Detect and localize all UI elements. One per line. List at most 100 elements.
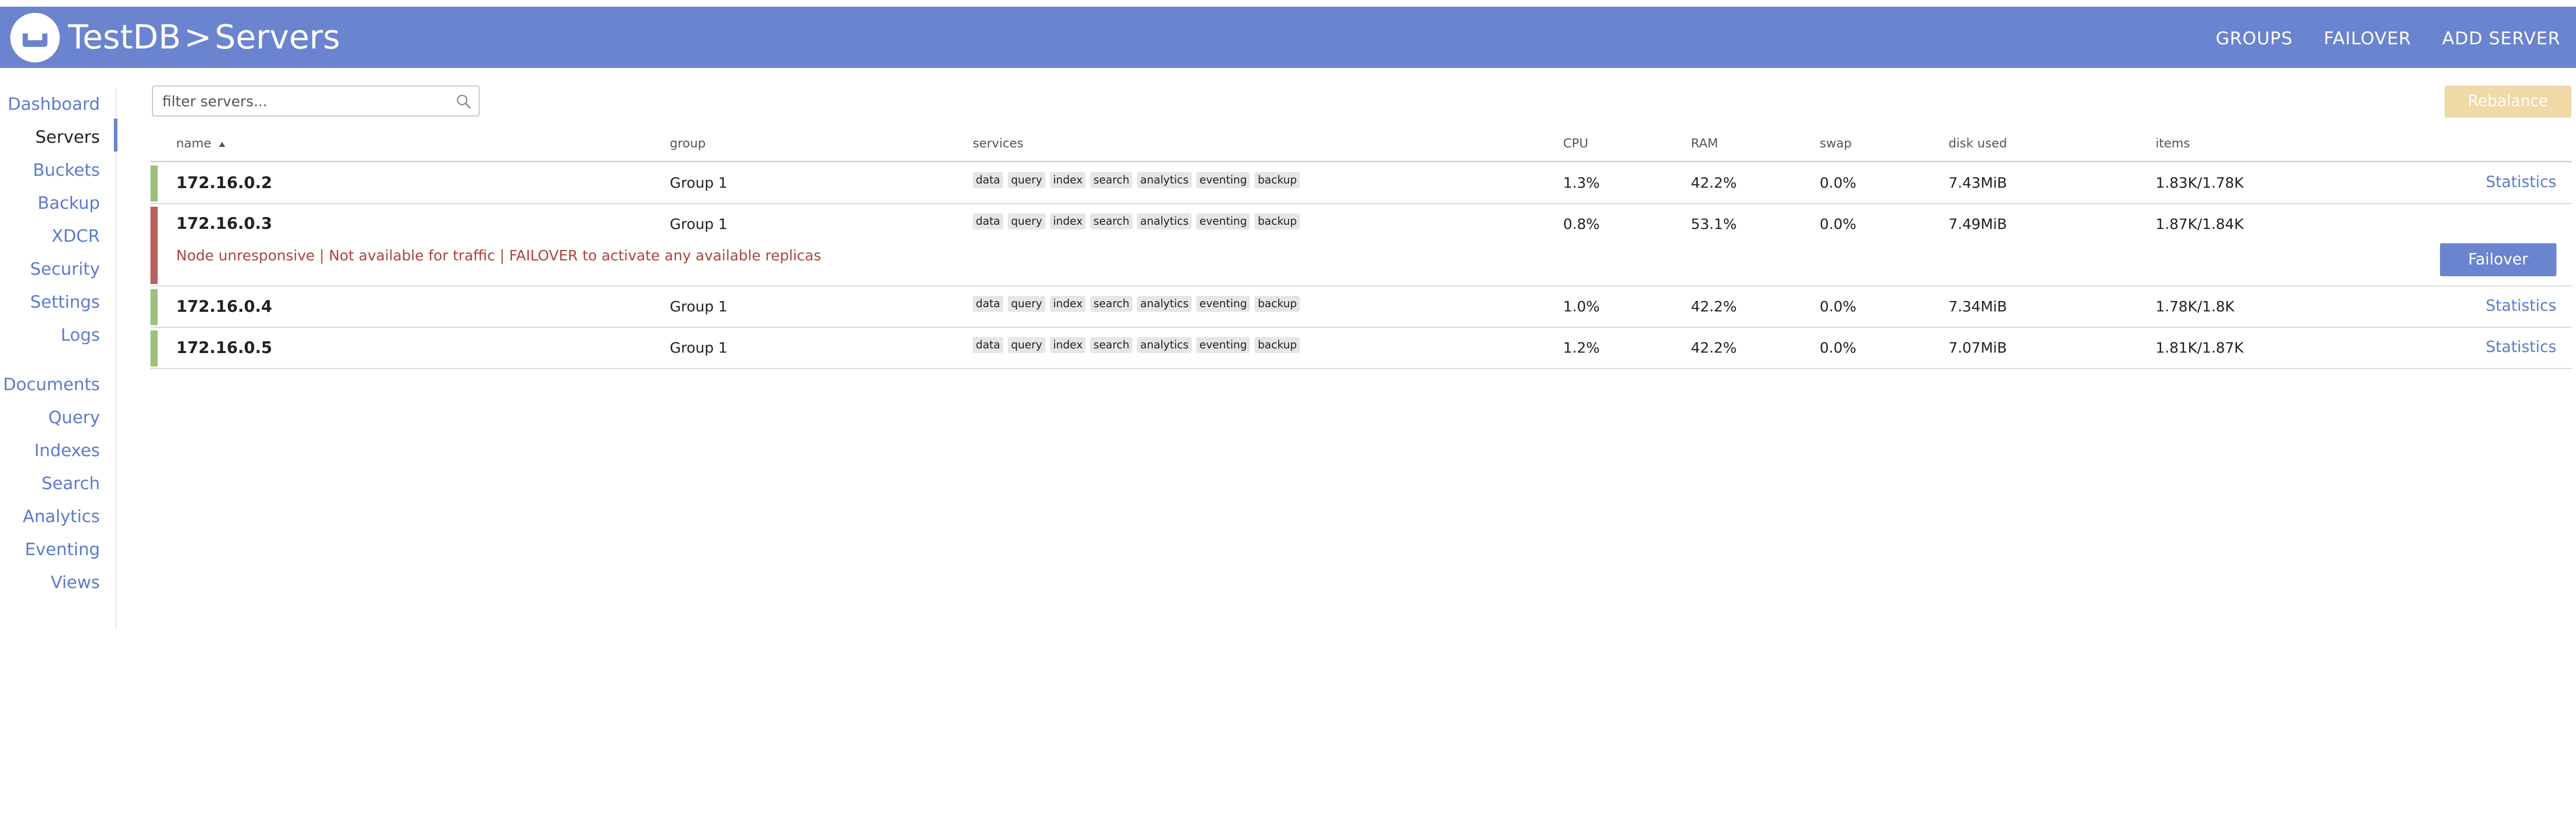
server-name[interactable]: 172.16.0.3 <box>176 214 272 233</box>
service-chip: eventing <box>1196 337 1250 353</box>
service-chip: backup <box>1255 172 1300 188</box>
sidebar-item-documents[interactable]: Documents <box>3 373 100 396</box>
service-chip: eventing <box>1196 172 1250 188</box>
node-warning-message: Node unresponsive | Not available for tr… <box>176 247 821 264</box>
header-divider <box>150 161 2572 162</box>
service-chip: query <box>1008 337 1045 353</box>
status-indicator-healthy <box>150 165 158 202</box>
filter-servers-input[interactable] <box>153 87 460 115</box>
service-chip: search <box>1090 337 1133 353</box>
column-header-disk-used[interactable]: disk used <box>1948 136 2007 151</box>
sidebar-item-settings[interactable]: Settings <box>30 291 100 313</box>
service-chip: data <box>973 213 1004 229</box>
services-list: data query index search analytics eventi… <box>973 337 1300 353</box>
disk-used-value: 7.49MiB <box>1948 215 2007 232</box>
cpu-value: 0.8% <box>1563 215 1600 232</box>
ram-value: 42.2% <box>1691 298 1737 315</box>
statistics-link[interactable]: Statistics <box>2486 338 2556 356</box>
disk-used-value: 7.07MiB <box>1948 339 2007 356</box>
server-name[interactable]: 172.16.0.5 <box>176 339 272 357</box>
disk-used-value: 7.43MiB <box>1948 174 2007 191</box>
service-chip: index <box>1049 213 1086 229</box>
status-indicator-healthy <box>150 330 158 366</box>
sort-ascending-icon <box>218 142 225 147</box>
service-chip: analytics <box>1137 172 1192 188</box>
server-name[interactable]: 172.16.0.4 <box>176 297 272 316</box>
swap-value: 0.0% <box>1820 174 1857 191</box>
cpu-value: 1.0% <box>1563 298 1600 315</box>
service-chip: search <box>1090 213 1133 229</box>
sidebar-item-xdcr[interactable]: XDCR <box>52 225 100 247</box>
app-logo-icon[interactable] <box>10 13 60 62</box>
service-chip: query <box>1008 172 1045 188</box>
sidebar-item-buckets[interactable]: Buckets <box>33 159 100 181</box>
current-page-name: Servers <box>214 19 341 57</box>
service-chip: eventing <box>1196 296 1250 312</box>
service-chip: analytics <box>1137 296 1192 312</box>
failover-button[interactable]: Failover <box>2440 243 2556 276</box>
server-name[interactable]: 172.16.0.2 <box>176 174 272 192</box>
search-icon[interactable] <box>456 94 471 109</box>
active-nav-indicator <box>114 119 117 152</box>
sidebar-item-logs[interactable]: Logs <box>61 324 100 346</box>
sidebar-item-eventing[interactable]: Eventing <box>25 538 100 561</box>
service-chip: analytics <box>1137 337 1192 353</box>
column-header-name[interactable]: name <box>176 136 226 151</box>
groups-button[interactable]: GROUPS <box>2216 28 2293 49</box>
sidebar-item-dashboard[interactable]: Dashboard <box>8 93 100 115</box>
sidebar-item-search[interactable]: Search <box>42 472 100 495</box>
statistics-link[interactable]: Statistics <box>2486 297 2556 315</box>
service-chip: backup <box>1255 296 1300 312</box>
service-chip: backup <box>1255 213 1300 229</box>
column-header-group[interactable]: group <box>670 136 706 151</box>
server-group: Group 1 <box>670 174 727 191</box>
sidebar-item-query[interactable]: Query <box>48 406 100 429</box>
column-header-name-label: name <box>176 136 212 151</box>
column-header-swap[interactable]: swap <box>1820 136 1852 151</box>
service-chip: search <box>1090 296 1133 312</box>
services-list: data query index search analytics eventi… <box>973 213 1300 229</box>
column-header-cpu[interactable]: CPU <box>1563 136 1588 151</box>
add-server-button[interactable]: ADD SERVER <box>2442 28 2561 49</box>
sidebar-item-backup[interactable]: Backup <box>38 192 100 214</box>
items-value: 1.81K/1.87K <box>2156 339 2244 356</box>
service-chip: index <box>1049 337 1086 353</box>
service-chip: backup <box>1255 337 1300 353</box>
service-chip: query <box>1008 296 1045 312</box>
service-chip: index <box>1049 172 1086 188</box>
status-indicator-unresponsive <box>150 207 158 284</box>
header-actions: GROUPS FAILOVER ADD SERVER <box>2216 28 2561 49</box>
server-row: 172.16.0.5 Group 1 data query index sear… <box>150 328 2572 369</box>
server-group: Group 1 <box>670 215 727 232</box>
services-list: data query index search analytics eventi… <box>973 172 1300 188</box>
server-row: 172.16.0.4 Group 1 data query index sear… <box>150 287 2572 328</box>
server-group: Group 1 <box>670 298 727 315</box>
sidebar-item-servers[interactable]: Servers <box>36 126 100 148</box>
service-chip: data <box>973 337 1004 353</box>
failover-header-button[interactable]: FAILOVER <box>2324 28 2411 49</box>
sidebar-item-security[interactable]: Security <box>30 258 100 280</box>
rebalance-button[interactable]: Rebalance <box>2445 86 2571 118</box>
statistics-link[interactable]: Statistics <box>2486 173 2556 191</box>
swap-value: 0.0% <box>1820 298 1857 315</box>
cpu-value: 1.2% <box>1563 339 1600 356</box>
cpu-value: 1.3% <box>1563 174 1600 191</box>
ram-value: 42.2% <box>1691 174 1737 191</box>
page-title: TestDB>Servers <box>68 13 340 62</box>
sidebar-item-indexes[interactable]: Indexes <box>35 439 100 462</box>
items-value: 1.78K/1.8K <box>2156 298 2235 315</box>
sidebar: Dashboard Servers Buckets Backup XDCR Se… <box>0 88 117 630</box>
sidebar-item-views[interactable]: Views <box>50 571 100 594</box>
service-chip: eventing <box>1196 213 1250 229</box>
services-list: data query index search analytics eventi… <box>973 296 1300 312</box>
ram-value: 42.2% <box>1691 339 1737 356</box>
service-chip: analytics <box>1137 213 1192 229</box>
status-indicator-healthy <box>150 289 158 325</box>
items-value: 1.83K/1.78K <box>2156 174 2244 191</box>
column-header-items[interactable]: items <box>2156 136 2190 151</box>
column-header-ram[interactable]: RAM <box>1691 136 1718 151</box>
service-chip: index <box>1049 296 1086 312</box>
app-name: TestDB <box>68 19 181 57</box>
sidebar-item-analytics[interactable]: Analytics <box>23 505 100 528</box>
filter-servers-box <box>152 86 480 116</box>
